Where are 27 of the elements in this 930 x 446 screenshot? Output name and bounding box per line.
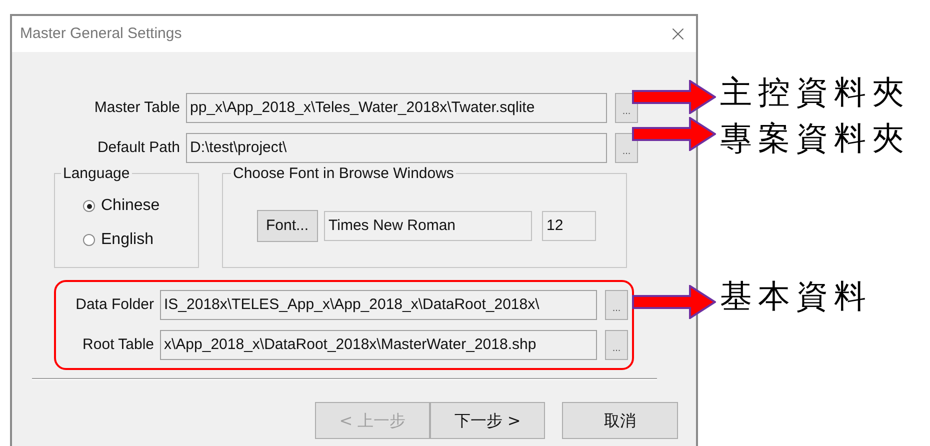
field-label: Master Table [93, 98, 181, 118]
wizard-button[interactable]: 取消 [562, 402, 678, 439]
browse-button[interactable]: ... [615, 93, 638, 123]
arrow-icon [632, 117, 716, 151]
path-field[interactable]: pp_x\App_2018_x\Teles_Water_2018x\Twater.sqlite [186, 93, 607, 123]
path-field[interactable]: IS_2018x\TELES_App_x\App_2018_x\DataRoot_2018x\ [160, 290, 597, 320]
arrow-icon [632, 80, 716, 114]
font-name-field: Times New Roman [324, 211, 532, 241]
font-size-field: 12 [542, 211, 596, 241]
radio-label: Chinese [101, 196, 160, 216]
browse-button[interactable]: ... [615, 133, 638, 163]
annotation-label: 主控資料夾 [720, 76, 910, 108]
path-field[interactable]: x\App_2018_x\DataRoot_2018x\MasterWater_2018.shp [160, 330, 597, 360]
radio-label: English [101, 230, 154, 250]
radio-button[interactable] [83, 200, 95, 212]
field-label: Default Path [96, 138, 181, 158]
wizard-button[interactable]: 下一步 > [430, 402, 545, 439]
field-label: Data Folder [74, 294, 155, 315]
annotation-label: 專案資料夾 [720, 122, 910, 154]
annotation-label: 基本資料 [720, 280, 872, 312]
path-field[interactable]: D:\test\project\ [186, 133, 607, 163]
field-label: Root Table [82, 334, 155, 355]
font-button[interactable]: Font... [257, 210, 318, 242]
window-title: Master General Settings [20, 24, 182, 44]
browse-button[interactable]: ... [605, 290, 628, 320]
browse-button[interactable]: ... [605, 330, 628, 360]
radio-button[interactable] [83, 234, 95, 246]
